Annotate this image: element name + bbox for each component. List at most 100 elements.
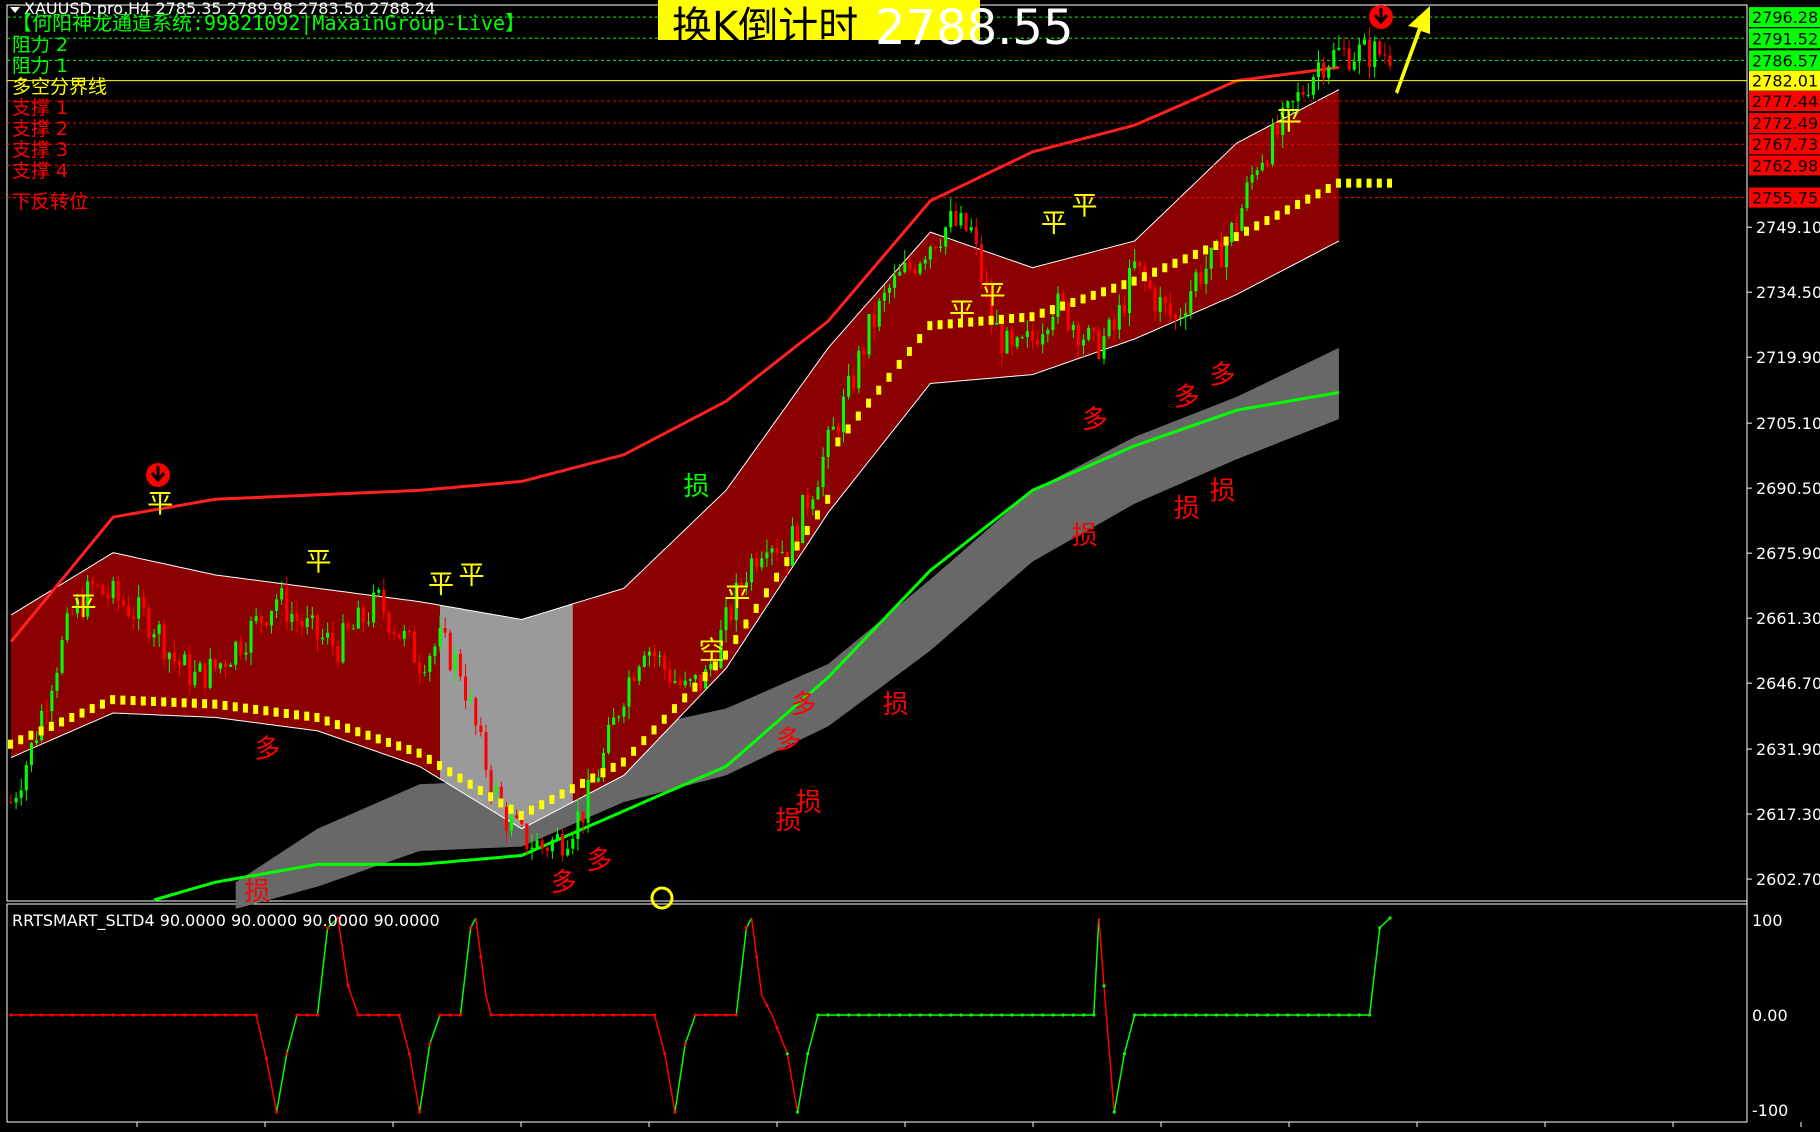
candle-body <box>1173 315 1178 319</box>
indicator-dot <box>366 1013 371 1017</box>
candle-body <box>300 620 304 627</box>
indicator-dot <box>530 1013 534 1017</box>
indicator-dot <box>60 1013 64 1017</box>
trend-stop-mark <box>416 748 422 758</box>
candle-body <box>249 620 253 653</box>
signal-mark: 平 <box>71 592 97 622</box>
trend-stop-mark <box>79 708 85 718</box>
candle-body <box>438 627 442 647</box>
candle-body <box>1097 331 1101 359</box>
indicator-dot <box>1122 1052 1127 1056</box>
chart-canvas[interactable]: 2796.28 阻力 2 2791.52 阻力 1 2786.57 多空分界线 2782.0… <box>0 0 1820 1128</box>
signal-mark: 平 <box>1072 191 1098 221</box>
trend-stop-mark <box>1325 184 1331 193</box>
indicator-dot <box>458 1013 463 1017</box>
trend-stop-mark <box>886 372 892 382</box>
candle-body <box>269 610 274 626</box>
candle-body <box>841 396 846 433</box>
trend-stop-mark <box>804 525 810 535</box>
candle-body <box>1082 339 1086 346</box>
candle-body <box>750 558 754 583</box>
trend-stop-mark <box>324 716 330 726</box>
indicator-dot <box>1051 1013 1055 1017</box>
trend-stop-mark <box>610 762 616 772</box>
candle-body <box>152 634 156 638</box>
indicator-dot <box>928 1013 932 1017</box>
candle-body <box>392 632 396 634</box>
candle-body <box>203 663 207 688</box>
candle-body <box>1265 162 1269 165</box>
price-axis-tick-label: 2675.90 <box>1756 544 1820 563</box>
indicator-dot <box>1000 1013 1004 1017</box>
indicator-dot <box>1255 1013 1259 1017</box>
indicator-dot <box>1112 1110 1116 1114</box>
candle-body <box>229 664 233 667</box>
indicator-dot <box>1388 916 1392 920</box>
price-label: 2755.75 <box>1752 189 1818 208</box>
trend-stop-mark <box>1192 249 1198 259</box>
trend-stop-mark <box>253 704 259 714</box>
candle-body <box>1117 305 1121 330</box>
indicator-dot <box>29 1013 34 1017</box>
candle-body <box>346 623 350 629</box>
candle-body <box>801 494 805 544</box>
indicator-dot <box>285 1052 289 1056</box>
candle-body <box>489 770 493 794</box>
candle-body <box>1342 47 1346 49</box>
indicator-dot <box>591 1013 595 1017</box>
candle-body <box>407 630 411 632</box>
candle-body <box>310 615 314 619</box>
indicator-dot <box>356 1013 360 1017</box>
trend-stop-mark <box>998 314 1004 324</box>
price-axis-tick-label: 2690.50 <box>1756 479 1820 498</box>
candle-body <box>387 612 391 633</box>
trend-stop-mark <box>304 711 310 721</box>
sell-signal-icon <box>1369 5 1393 29</box>
trend-stop-mark <box>28 730 34 740</box>
indicator-dot <box>121 1013 125 1017</box>
candle-body <box>622 706 626 717</box>
candle-body <box>770 548 774 553</box>
trend-stop-mark <box>1172 258 1178 268</box>
indicator-dot <box>1143 1013 1147 1017</box>
trend-stop-mark <box>651 725 657 735</box>
candle-body <box>295 613 299 621</box>
indicator-dot <box>387 1013 391 1017</box>
trading-chart[interactable]: 2796.28 阻力 2 2791.52 阻力 1 2786.57 多空分界线 2782.0… <box>0 0 1820 1128</box>
candle-body <box>142 597 146 609</box>
indicator-dot <box>1061 1013 1065 1017</box>
candle-body <box>882 292 886 301</box>
candle-body <box>1219 241 1223 268</box>
chart-background <box>0 0 1820 1128</box>
indicator-dot <box>520 1013 524 1017</box>
level-label: 下反转位 <box>12 191 88 213</box>
candle-body <box>264 622 268 626</box>
indicator-dot <box>826 1013 830 1017</box>
candle-body <box>372 592 376 623</box>
level-label: 多空分界线 <box>12 76 107 98</box>
candle-body <box>678 680 682 686</box>
candle-body <box>448 632 452 670</box>
candle-body <box>336 645 340 663</box>
trend-stop-mark <box>508 804 514 814</box>
candle-body <box>509 815 514 831</box>
candle-body <box>198 663 202 672</box>
signal-mark: 平 <box>1041 209 1067 239</box>
candle-body <box>979 244 983 282</box>
candle-body <box>1000 322 1004 354</box>
level-label: 支撑 3 <box>12 139 68 161</box>
indicator-dot <box>785 1052 789 1056</box>
trend-stop-mark <box>753 603 759 613</box>
candle-body <box>1327 66 1331 78</box>
candle-body <box>1362 39 1366 45</box>
signal-mark: 损 <box>683 472 709 502</box>
trend-stop-mark <box>1080 294 1086 304</box>
indicator-dot <box>1102 984 1106 988</box>
trend-stop-mark <box>580 778 586 788</box>
trend-stop-mark <box>355 727 361 737</box>
candle-body <box>428 656 432 672</box>
candle-body <box>24 765 28 791</box>
indicator-dot <box>836 1013 841 1017</box>
indicator-dot <box>693 1013 697 1017</box>
indicator-dot <box>172 1013 177 1017</box>
